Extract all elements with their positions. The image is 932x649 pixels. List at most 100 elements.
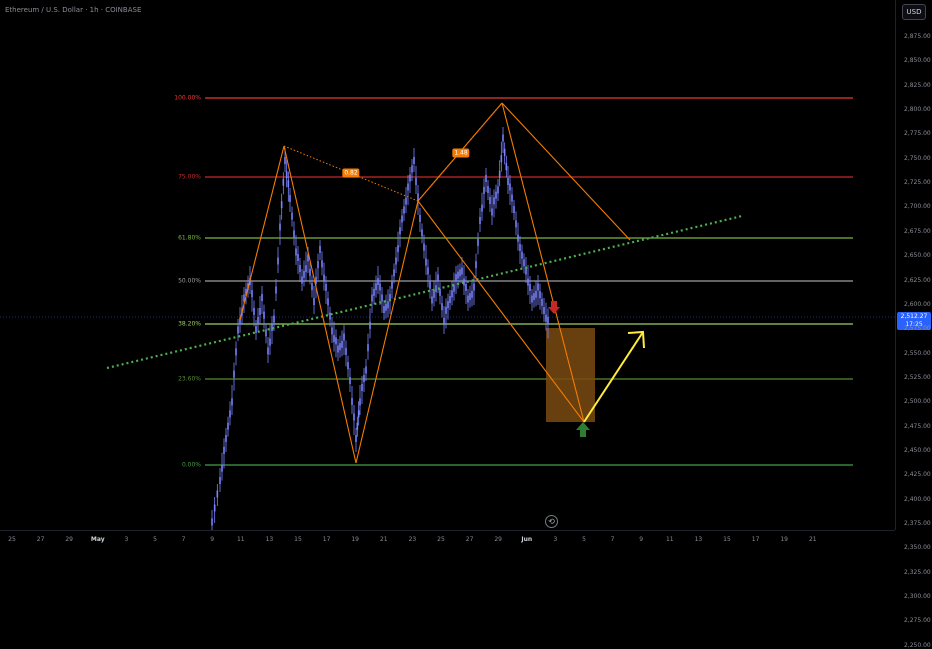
candle-body <box>251 290 253 298</box>
candle-body <box>289 195 291 202</box>
price-tick: 2,275.00 <box>904 617 931 625</box>
candle-body <box>433 290 435 298</box>
candle-body <box>223 446 225 454</box>
time-tick: 19 <box>780 536 789 543</box>
fib-level-label: 61.80% <box>178 234 201 242</box>
time-tick: 23 <box>408 536 417 543</box>
candle-body <box>505 163 508 171</box>
price-tick: 2,250.00 <box>904 641 931 649</box>
time-tick: 5 <box>582 536 586 543</box>
candle-body <box>369 321 371 329</box>
candle-body <box>401 215 403 223</box>
candle-body <box>227 422 229 430</box>
candle-body <box>489 197 491 204</box>
price-tick: 2,775.00 <box>904 130 931 138</box>
candle-body <box>331 327 333 335</box>
chart-area[interactable]: Ethereum / U.S. Dollar · 1h · COINBASE 1… <box>0 0 895 530</box>
time-tick: 27 <box>465 536 474 543</box>
time-tick: 13 <box>694 536 703 543</box>
time-tick: 17 <box>751 536 760 543</box>
candle-body <box>219 477 221 484</box>
time-tick: Jun <box>521 536 533 543</box>
fib-level-label: 23.60% <box>178 375 201 383</box>
candle-body <box>265 329 267 337</box>
time-tick: 21 <box>808 536 817 543</box>
time-tick: 3 <box>124 536 129 543</box>
price-tick: 2,425.00 <box>904 471 931 479</box>
candle-body <box>383 306 385 313</box>
candle-body <box>269 338 271 346</box>
candle-body <box>235 348 237 356</box>
candle-body <box>399 227 401 235</box>
time-tick: 25 <box>8 536 16 543</box>
candle-body <box>273 315 275 323</box>
replay-icon[interactable]: ⟲ <box>545 515 558 528</box>
time-tick: 7 <box>181 536 186 543</box>
candle-body <box>313 298 315 305</box>
candle-body <box>413 157 415 164</box>
candle-body <box>275 286 277 294</box>
candle-body <box>445 306 447 314</box>
candle-body <box>335 337 337 345</box>
time-tick: 19 <box>351 536 360 543</box>
candle-body <box>341 340 343 348</box>
candle-body <box>229 410 231 418</box>
time-tick: 29 <box>65 536 74 543</box>
time-tick: 11 <box>665 536 674 543</box>
current-price: 2,512.27 <box>900 313 928 320</box>
candle-body <box>427 267 429 275</box>
time-tick: 5 <box>153 536 157 543</box>
candle-body <box>359 398 361 406</box>
dotted-trendline <box>106 214 743 370</box>
candle-body <box>284 157 286 164</box>
price-chart[interactable] <box>0 0 895 530</box>
candle-body <box>459 269 461 277</box>
candle-body <box>363 375 365 382</box>
pattern-leg-top <box>501 102 631 241</box>
candle-body <box>475 261 477 269</box>
candle-body <box>407 183 409 191</box>
candle-body <box>381 294 383 302</box>
candle-body <box>500 155 503 163</box>
candle-body <box>395 257 397 265</box>
symbol-title[interactable]: Ethereum / U.S. Dollar · 1h · COINBASE <box>5 6 141 14</box>
candle-body <box>361 384 363 391</box>
candle-body <box>491 208 493 216</box>
candle-body <box>543 307 545 314</box>
time-axis[interactable] <box>0 530 895 551</box>
candle-body <box>469 293 471 301</box>
candle-body <box>231 398 233 406</box>
candle-body <box>423 243 425 251</box>
fib-level-label: 100.00% <box>174 94 201 102</box>
price-tick: 2,325.00 <box>904 568 931 576</box>
candle-body <box>533 293 535 301</box>
candle-body <box>495 191 497 199</box>
time-tick: 9 <box>639 536 644 543</box>
price-tick: 2,750.00 <box>904 154 931 162</box>
time-tick: 27 <box>36 536 45 543</box>
price-tick: 2,375.00 <box>904 520 931 527</box>
candle-body <box>303 270 305 278</box>
candle-body <box>471 290 473 298</box>
arrow-down-icon <box>548 301 560 314</box>
price-tick: 2,850.00 <box>904 57 931 65</box>
price-tick: 2,300.00 <box>904 593 931 601</box>
candle-body <box>311 283 313 291</box>
price-tick: 2,475.00 <box>904 422 931 430</box>
currency-button[interactable]: USD <box>902 4 926 20</box>
pattern-leg <box>283 145 357 464</box>
candle-body <box>237 326 239 334</box>
candle-body <box>487 186 489 193</box>
candle-body <box>225 435 227 442</box>
candle-body <box>355 435 357 442</box>
candle-body <box>373 288 375 296</box>
candle-body <box>447 301 449 309</box>
price-tick: 2,525.00 <box>904 373 931 381</box>
candle-body <box>375 283 377 291</box>
time-tick: 21 <box>379 536 388 543</box>
time-tick: 15 <box>294 536 302 543</box>
candle-body <box>345 347 347 355</box>
candle-body <box>547 316 549 324</box>
fib-level-label: 50.00% <box>178 277 201 285</box>
candle-body <box>481 204 483 212</box>
